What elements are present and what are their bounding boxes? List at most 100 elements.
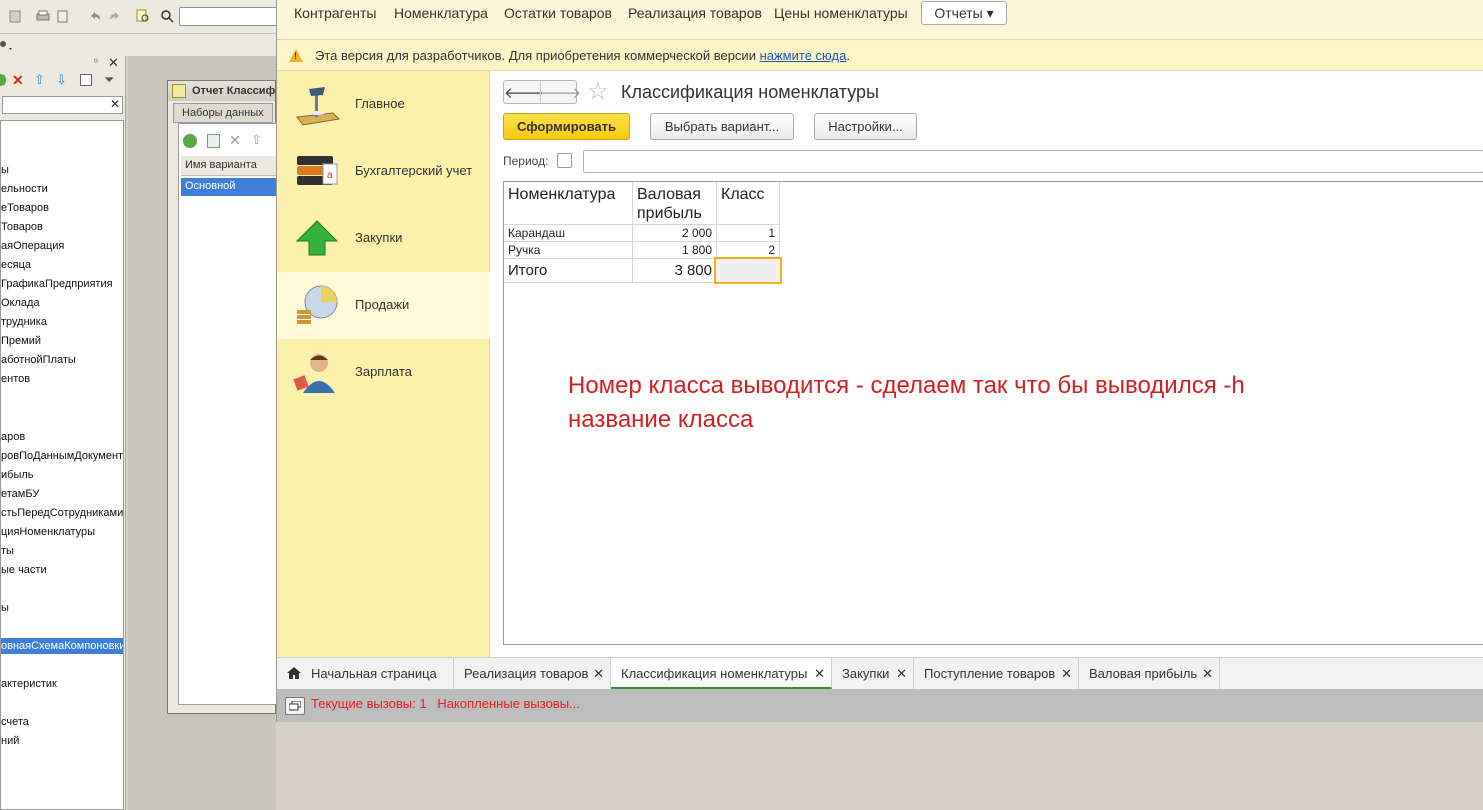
tree-item[interactable]: ельности bbox=[1, 181, 48, 197]
sections-panel: Главное a Бухгалтерский учет Закупки Про… bbox=[277, 71, 490, 657]
header-class: Класс bbox=[717, 182, 780, 225]
nav-counterparties[interactable]: Контрагенты bbox=[294, 5, 376, 21]
tree-item[interactable]: Товаров bbox=[1, 219, 43, 235]
section-accounting[interactable]: a Бухгалтерский учет bbox=[277, 138, 490, 205]
reports-menu-button[interactable]: Отчеты ▾ bbox=[921, 1, 1007, 25]
add-icon[interactable] bbox=[0, 74, 6, 86]
section-sales[interactable]: Продажи bbox=[277, 272, 490, 339]
tree-item[interactable]: аров bbox=[1, 429, 25, 445]
tab-home[interactable]: Начальная страница bbox=[277, 658, 454, 689]
nav-nomenclature[interactable]: Номенклатура bbox=[394, 5, 488, 21]
report-document[interactable]: Номенклатура Валовая прибыль Класс Каран… bbox=[503, 181, 1483, 645]
period-checkbox[interactable] bbox=[557, 153, 572, 168]
row-name[interactable]: Карандаш bbox=[504, 225, 633, 242]
tab-classification[interactable]: Классификация номенклатуры ✕ bbox=[611, 658, 832, 689]
tree-item[interactable]: Премий bbox=[1, 333, 41, 349]
nav-stock[interactable]: Остатки товаров bbox=[504, 5, 612, 21]
dropdown-icon[interactable] bbox=[0, 38, 16, 52]
tree-item[interactable]: ы bbox=[1, 600, 9, 616]
tree-item[interactable]: Оклада bbox=[1, 295, 40, 311]
find-in-file-icon[interactable] bbox=[136, 9, 150, 23]
close-tab-icon[interactable]: ✕ bbox=[1202, 658, 1213, 689]
tree-item[interactable]: ний bbox=[1, 733, 19, 749]
tree-item[interactable]: овнаяСхемаКомпоновки bbox=[1, 638, 123, 654]
tree-item[interactable]: еТоваров bbox=[1, 200, 49, 216]
current-calls[interactable]: Текущие вызовы: 1 bbox=[311, 696, 427, 711]
undo-icon[interactable] bbox=[88, 9, 102, 23]
settings-button[interactable]: Настройки... bbox=[814, 113, 917, 140]
selected-cell[interactable] bbox=[714, 257, 782, 284]
warning-icon bbox=[289, 49, 303, 62]
tree-item[interactable]: аботнойПлаты bbox=[1, 352, 76, 368]
delete-icon[interactable]: ✕ bbox=[12, 72, 24, 89]
list-icon[interactable] bbox=[80, 74, 92, 86]
print-preview-icon[interactable] bbox=[56, 9, 70, 23]
windows-icon[interactable] bbox=[285, 697, 305, 715]
ide-search-input[interactable] bbox=[179, 7, 279, 26]
tree-item[interactable]: ГрафикаПредприятия bbox=[1, 276, 113, 292]
add-variant-icon[interactable] bbox=[183, 134, 197, 148]
paste-icon[interactable] bbox=[8, 9, 22, 23]
close-tab-icon[interactable]: ✕ bbox=[1061, 658, 1072, 689]
close-tab-icon[interactable]: ✕ bbox=[593, 658, 604, 689]
delete-variant-icon[interactable]: ✕ bbox=[229, 132, 241, 149]
tree-item[interactable]: есяца bbox=[1, 257, 31, 273]
close-tab-icon[interactable]: ✕ bbox=[814, 658, 825, 689]
tree-item[interactable]: етамБУ bbox=[1, 486, 39, 502]
tree-item[interactable]: ые части bbox=[1, 562, 47, 578]
back-arrow-icon[interactable]: 🡐 bbox=[504, 83, 544, 102]
tab-gross-profit[interactable]: Валовая прибыль ✕ bbox=[1079, 658, 1220, 689]
tree-item[interactable]: ровПоДаннымДокумент bbox=[1, 448, 123, 464]
close-icon[interactable]: ✕ bbox=[108, 55, 119, 71]
move-up-icon[interactable]: ⇧ bbox=[34, 72, 45, 88]
move-down-icon[interactable]: ⇩ bbox=[56, 72, 67, 88]
tree-item[interactable]: актеристик bbox=[1, 676, 57, 692]
tree-item[interactable]: ы bbox=[1, 162, 9, 178]
tree-item[interactable]: стьПередСотрудниками bbox=[1, 505, 123, 521]
row-class[interactable]: 1 bbox=[717, 225, 780, 242]
close-tab-icon[interactable]: ✕ bbox=[896, 658, 907, 689]
enterprise-app-window: Контрагенты Номенклатура Остатки товаров… bbox=[276, 0, 1483, 722]
config-tree[interactable]: ы ельности еТоваров Товаров аяОперация есяца Г… bbox=[0, 120, 124, 810]
total-value[interactable]: 3 800 bbox=[633, 259, 717, 283]
section-salary[interactable]: Зарплата bbox=[277, 339, 490, 406]
filter-icon[interactable]: ⏷ bbox=[104, 72, 114, 88]
tab-goods-receipt[interactable]: Поступление товаров ✕ bbox=[914, 658, 1079, 689]
tree-item[interactable]: счета bbox=[1, 714, 29, 730]
tree-item[interactable]: трудника bbox=[1, 314, 47, 330]
buy-link[interactable]: нажмите сюда bbox=[760, 48, 847, 63]
redo-icon[interactable] bbox=[108, 9, 122, 23]
period-input[interactable] bbox=[583, 150, 1483, 173]
tree-item[interactable]: аяОперация bbox=[1, 238, 64, 254]
tree-item[interactable]: ты bbox=[1, 543, 14, 559]
tree-item[interactable]: ибыль bbox=[1, 467, 34, 483]
generate-button[interactable]: Сформировать bbox=[503, 113, 630, 140]
nav-prices[interactable]: Цены номенклатуры bbox=[774, 5, 908, 21]
forward-arrow-icon[interactable]: 🡒 bbox=[541, 83, 581, 102]
tree-search-input[interactable]: ✕ bbox=[2, 96, 123, 114]
favorite-star-icon[interactable]: ☆ bbox=[587, 79, 609, 105]
print-icon[interactable] bbox=[36, 9, 50, 23]
section-main[interactable]: Главное bbox=[277, 71, 490, 138]
row-profit[interactable]: 1 800 bbox=[633, 242, 717, 259]
nav-sales[interactable]: Реализация товаров bbox=[628, 5, 762, 21]
copy-variant-icon[interactable] bbox=[207, 134, 220, 148]
clear-search-icon[interactable]: ✕ bbox=[110, 97, 120, 111]
search-icon[interactable] bbox=[160, 9, 174, 23]
developer-version-banner: Эта версия для разработчиков. Для приобр… bbox=[277, 40, 1483, 71]
section-purchases[interactable]: Закупки bbox=[277, 205, 490, 272]
pin-icon[interactable]: ᵒ bbox=[94, 57, 98, 68]
tree-item[interactable]: цияНоменклатуры bbox=[1, 524, 95, 540]
variant-name-column[interactable]: Имя варианта bbox=[181, 156, 278, 176]
row-profit[interactable]: 2 000 bbox=[633, 225, 717, 242]
row-name[interactable]: Ручка bbox=[504, 242, 633, 259]
choose-variant-button[interactable]: Выбрать вариант... bbox=[650, 113, 794, 140]
total-label[interactable]: Итого bbox=[504, 259, 633, 283]
move-up-icon[interactable]: ⇧ bbox=[251, 132, 262, 148]
tab-data-sets[interactable]: Наборы данных bbox=[173, 103, 273, 123]
tree-item[interactable]: ентов bbox=[1, 371, 30, 387]
tab-sales[interactable]: Реализация товаров ✕ bbox=[454, 658, 611, 689]
accumulated-calls[interactable]: Накопленные вызовы... bbox=[437, 696, 579, 711]
tab-purchases[interactable]: Закупки ✕ bbox=[832, 658, 914, 689]
variant-row[interactable]: Основной bbox=[181, 178, 278, 196]
